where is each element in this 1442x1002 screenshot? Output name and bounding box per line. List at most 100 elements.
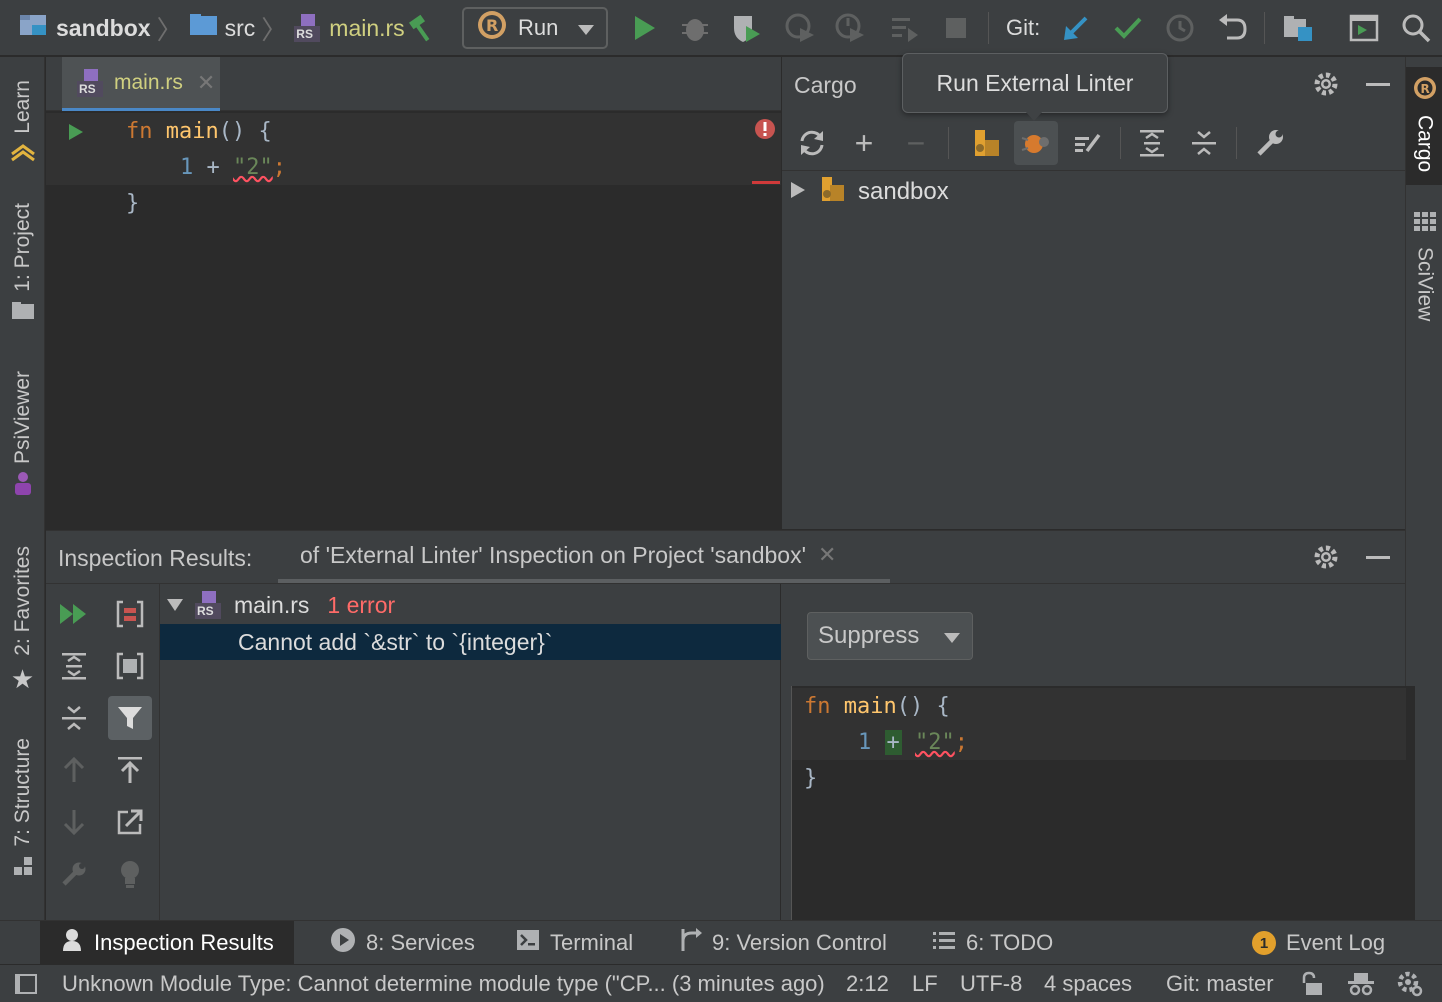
tool-tab-inspection-results[interactable]: Inspection Results (40, 921, 294, 965)
code-number: 1 (180, 154, 194, 180)
run-config-select[interactable]: R Run (462, 7, 608, 49)
expand-all-icon[interactable] (1132, 123, 1172, 163)
build-hammer-icon[interactable] (404, 10, 440, 46)
remove-icon[interactable]: − (896, 123, 936, 163)
tool-tab-label: 6: TODO (966, 930, 1054, 955)
toolbar-separator (1264, 12, 1265, 44)
group-by-directory-icon[interactable] (108, 644, 152, 688)
cargo-package-icon[interactable] (966, 123, 1006, 163)
wrench-icon[interactable] (52, 852, 96, 896)
run-with-coverage-icon[interactable] (728, 10, 764, 46)
project-structure-icon[interactable] (1280, 10, 1316, 46)
cargo-toolbar: + − (782, 113, 1406, 171)
status-bar: Unknown Module Type: Cannot determine mo… (0, 964, 1442, 1002)
expand-all-icon[interactable] (52, 644, 96, 688)
tool-tab-structure[interactable]: 7: Structure (0, 733, 45, 888)
error-marker[interactable] (752, 181, 780, 184)
incognito-icon[interactable] (1346, 965, 1376, 1002)
git-history-icon[interactable] (1162, 10, 1198, 46)
breadcrumb-folder[interactable]: src (225, 15, 256, 42)
file-encoding[interactable]: UTF-8 (960, 965, 1022, 1002)
tool-tab-favorites-label: 2: Favorites (10, 546, 34, 656)
tool-tab-services[interactable]: 8: Services (318, 921, 487, 965)
terminal-window-icon[interactable] (1346, 10, 1382, 46)
breadcrumb-project[interactable]: sandbox (56, 15, 151, 42)
attach-profiler-icon[interactable] (832, 10, 868, 46)
tool-tab-sciview[interactable]: SciView (1406, 211, 1442, 331)
problem-code-preview[interactable]: fn main() { 1 + "2"; } (791, 686, 1415, 920)
settings-gear-icon[interactable] (1396, 965, 1424, 1002)
inspection-tab[interactable]: of 'External Linter' Inspection on Proje… (278, 531, 890, 583)
git-branch[interactable]: Git: master (1166, 965, 1274, 1002)
error-stripe-icon[interactable] (754, 118, 776, 146)
tool-tab-psiviewer[interactable]: PsiViewer (0, 367, 45, 507)
rs-badge: RS (296, 27, 313, 41)
step-over-icon[interactable] (886, 10, 922, 46)
left-tool-strip: Learn 1: Project PsiViewer 2: Favorites … (0, 57, 45, 920)
export-icon[interactable] (108, 748, 152, 792)
gear-icon[interactable] (1312, 543, 1340, 577)
open-in-editor-icon[interactable] (108, 800, 152, 844)
close-icon[interactable]: ✕ (818, 542, 836, 568)
chevron-right-icon: 〉 (156, 14, 183, 45)
edit-command-icon[interactable] (1068, 123, 1108, 163)
collapse-all-icon[interactable] (1184, 123, 1224, 163)
minimize-icon[interactable] (1366, 83, 1390, 86)
lightbulb-icon[interactable] (108, 852, 152, 896)
line-separator[interactable]: LF (912, 965, 938, 1002)
git-commit-check-icon[interactable] (1110, 10, 1146, 46)
expand-arrow-icon[interactable] (790, 179, 806, 205)
code-operator: + (193, 154, 233, 180)
run-gutter-icon[interactable] (68, 122, 84, 147)
next-problem-icon[interactable] (52, 800, 96, 844)
code-keyword: fn (126, 118, 153, 144)
editor-tab-main-rs[interactable]: RS main.rs ✕ (62, 57, 220, 111)
indent-setting[interactable]: 4 spaces (1044, 965, 1132, 1002)
tool-tab-event-log[interactable]: 1 Event Log (1240, 921, 1397, 965)
toggle-tool-windows-icon[interactable] (14, 965, 38, 1002)
run-external-linter-button[interactable] (1014, 121, 1058, 165)
tool-tab-learn[interactable]: Learn (0, 69, 45, 179)
wrench-icon[interactable] (1250, 123, 1290, 163)
code-editor[interactable]: fn main() { 1 + "2"; } (46, 111, 781, 529)
breadcrumb-file[interactable]: main.rs (329, 15, 404, 42)
caret-position[interactable]: 2:12 (846, 965, 889, 1002)
tree-row-file[interactable]: RS main.rs 1 error (160, 586, 781, 624)
code-text: () { (218, 118, 272, 144)
code-number: 1 (858, 729, 872, 755)
search-icon[interactable] (1398, 10, 1434, 46)
tree-row-problem[interactable]: Cannot add `&str` to `{integer}` (160, 624, 781, 660)
collapse-arrow-icon[interactable] (166, 592, 184, 618)
rerun-inspection-icon[interactable] (52, 592, 96, 636)
code-function-name: main (843, 693, 897, 719)
suppress-dropdown[interactable]: Suppress (807, 612, 973, 660)
collapse-all-icon[interactable] (52, 696, 96, 740)
tool-tab-project[interactable]: 1: Project (0, 197, 45, 332)
tool-tab-cargo[interactable]: R Cargo (1406, 67, 1442, 185)
unlock-icon[interactable] (1298, 965, 1324, 1002)
toolbar-separator (988, 12, 989, 44)
minimize-icon[interactable] (1366, 556, 1390, 559)
close-icon[interactable]: ✕ (197, 70, 215, 96)
previous-problem-icon[interactable] (52, 748, 96, 792)
status-message[interactable]: Unknown Module Type: Cannot determine mo… (62, 965, 825, 1002)
refresh-icon[interactable] (792, 123, 832, 163)
gear-icon[interactable] (1312, 70, 1340, 104)
star-icon: ★ (10, 663, 35, 694)
filter-icon[interactable] (108, 696, 152, 740)
tool-tab-todo[interactable]: 6: TODO (920, 921, 1065, 965)
profile-icon[interactable] (782, 10, 818, 46)
cargo-tree-item-sandbox[interactable]: sandbox (790, 175, 949, 209)
stop-icon[interactable] (938, 10, 974, 46)
rs-badge: RS (197, 604, 214, 618)
tool-tab-favorites[interactable]: 2: Favorites ★ (0, 543, 45, 698)
tool-tab-version-control[interactable]: 9: Version Control (666, 921, 899, 965)
tool-tab-terminal[interactable]: Terminal (504, 921, 645, 965)
debug-bug-icon[interactable] (677, 10, 713, 46)
run-icon[interactable] (627, 10, 663, 46)
git-update-icon[interactable] (1058, 10, 1094, 46)
git-rollback-icon[interactable] (1214, 10, 1250, 46)
group-by-severity-icon[interactable] (108, 592, 152, 636)
add-icon[interactable]: + (844, 123, 884, 163)
version-control-icon (678, 927, 702, 959)
